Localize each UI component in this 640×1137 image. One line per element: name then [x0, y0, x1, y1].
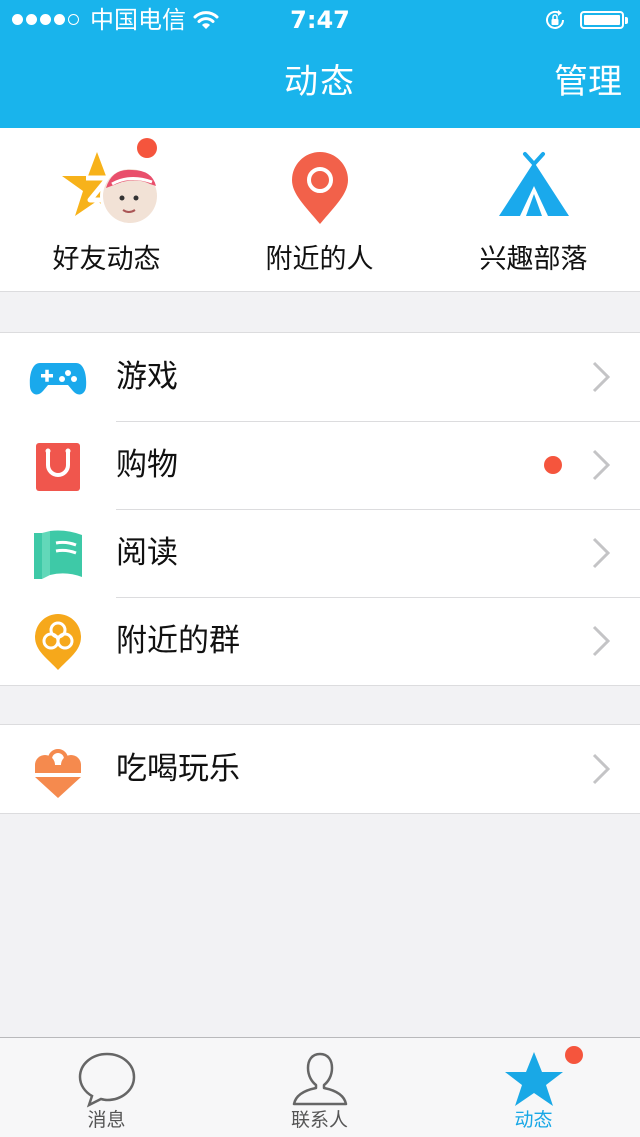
menu-item-shopping[interactable]: 购物 [0, 421, 640, 509]
location-pin-icon [291, 152, 348, 224]
quick-entries: 好友动态 附近的人 兴趣部落 [0, 128, 640, 292]
ice-cream-icon [35, 749, 81, 798]
chevron-right-icon [592, 625, 610, 657]
tab-messages[interactable]: 消息 [0, 1038, 213, 1137]
tab-feed[interactable]: 动态 [427, 1038, 640, 1137]
friend-feed-badge [137, 138, 157, 158]
menu-group-apps: 游戏 购物 阅读 附近的群 [0, 332, 640, 686]
shopping-bag-icon [36, 443, 80, 491]
menu-item-label: 附近的群 [116, 623, 240, 659]
chevron-right-icon [592, 537, 610, 569]
battery-icon [580, 11, 628, 29]
menu-item-games[interactable]: 游戏 [0, 333, 640, 421]
menu-item-label: 游戏 [116, 359, 178, 395]
book-icon [34, 530, 82, 579]
chevron-right-icon [592, 361, 610, 393]
chevron-right-icon [592, 753, 610, 785]
menu-item-label: 吃喝玩乐 [116, 751, 240, 787]
tab-contacts[interactable]: 联系人 [213, 1038, 426, 1137]
shopping-badge [544, 456, 562, 474]
friend-feed-entry[interactable]: 好友动态 [0, 128, 213, 291]
chat-bubble-icon [78, 1052, 135, 1108]
group-pin-icon [35, 614, 81, 670]
gamepad-icon [29, 363, 87, 395]
tab-label: 动态 [514, 1109, 553, 1131]
quick-entry-label: 兴趣部落 [479, 244, 588, 275]
rotation-lock-icon [546, 10, 564, 29]
manage-button[interactable]: 管理 [554, 60, 622, 104]
menu-item-label: 阅读 [116, 535, 178, 571]
chevron-right-icon [592, 449, 610, 481]
status-bar: 中国电信 7:47 [0, 0, 640, 40]
star-icon [504, 1052, 563, 1106]
menu-item-nearby-groups[interactable]: 附近的群 [0, 597, 640, 685]
tribe-tent-icon [498, 152, 569, 216]
bottom-tab-bar: 消息 联系人 动态 [0, 1037, 640, 1137]
menu-group-life: 吃喝玩乐 [0, 724, 640, 814]
qzone-star-avatar-icon [61, 152, 160, 226]
interest-tribe-entry[interactable]: 兴趣部落 [427, 128, 640, 291]
tab-label: 消息 [87, 1109, 126, 1131]
menu-item-food-fun[interactable]: 吃喝玩乐 [0, 725, 640, 813]
quick-entry-label: 好友动态 [52, 244, 161, 275]
tab-label: 联系人 [290, 1109, 348, 1131]
top-header: 中国电信 7:47 动态 管理 [0, 0, 640, 128]
menu-item-reading[interactable]: 阅读 [0, 509, 640, 597]
page-title: 动态 [284, 62, 356, 102]
contact-person-icon [292, 1052, 347, 1106]
menu-item-label: 购物 [116, 447, 178, 483]
quick-entry-label: 附近的人 [265, 244, 374, 275]
nearby-people-entry[interactable]: 附近的人 [213, 128, 426, 291]
tab-feed-badge [565, 1046, 583, 1064]
